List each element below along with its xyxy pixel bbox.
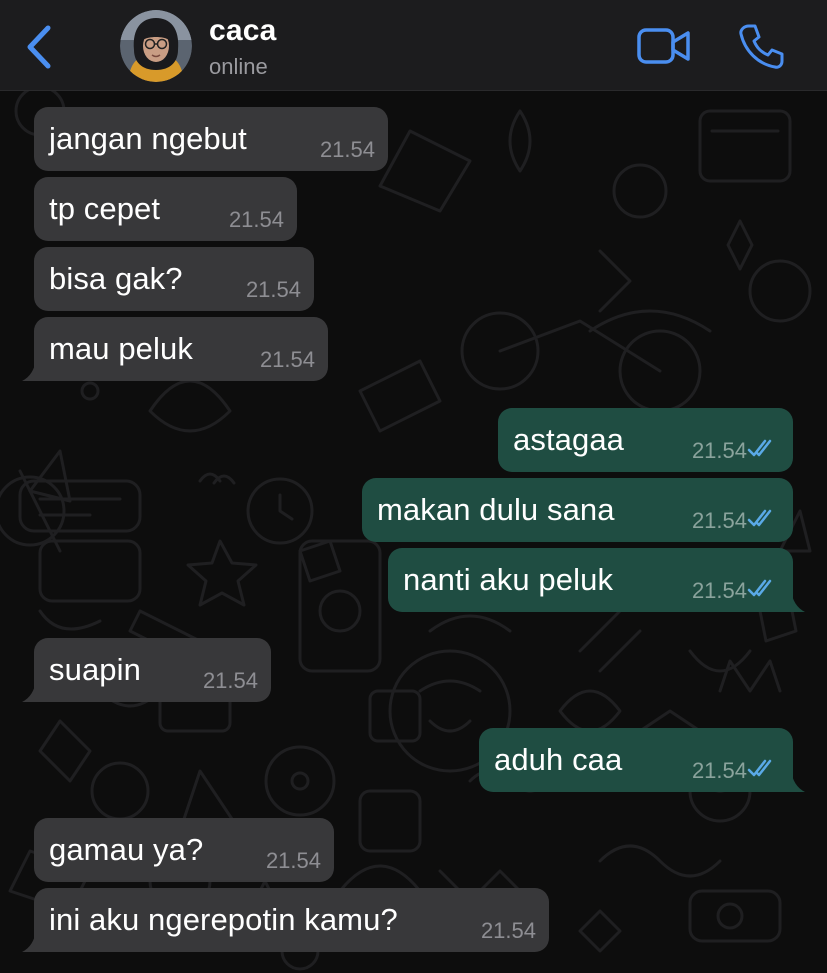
bubble-tail	[781, 590, 805, 612]
message-text: nanti aku peluk	[403, 562, 614, 597]
message-time: 21.54	[691, 438, 747, 463]
back-button[interactable]	[20, 22, 60, 72]
video-camera-icon	[637, 28, 690, 64]
message-time: 21.54	[480, 918, 536, 943]
message-list[interactable]: jangan ngebut 21.54 tp cepet 21.54 bisa …	[0, 91, 827, 973]
message-bubble-incoming[interactable]: mau peluk 21.54	[22, 317, 328, 381]
message-time: 21.54	[228, 207, 284, 232]
message-text: tp cepet	[49, 191, 161, 226]
message-bubble-incoming[interactable]: gamau ya? 21.54	[34, 818, 334, 882]
avatar[interactable]	[120, 10, 192, 82]
message-time: 21.54	[691, 758, 747, 783]
chat-header: caca online	[0, 0, 827, 91]
message-time: 21.54	[691, 508, 747, 533]
message-bubble-outgoing[interactable]: aduh caa 21.54	[479, 728, 805, 792]
double-check-icon	[747, 759, 772, 777]
bubble-tail	[781, 770, 805, 792]
message-bubble-incoming[interactable]: jangan ngebut 21.54	[34, 107, 388, 171]
message-bubble-outgoing[interactable]: nanti aku peluk 21.54	[388, 548, 805, 612]
message-time: 21.54	[259, 347, 315, 372]
message-text: ini aku ngerepotin kamu?	[49, 902, 398, 937]
video-call-button[interactable]	[636, 26, 692, 66]
double-check-icon	[747, 439, 772, 457]
contact-photo	[120, 10, 192, 82]
chevron-left-icon	[27, 25, 51, 69]
double-check-icon	[747, 579, 772, 597]
voice-call-button[interactable]	[736, 22, 784, 70]
message-bubble-incoming[interactable]: bisa gak? 21.54	[34, 247, 314, 311]
message-text: jangan ngebut	[49, 121, 247, 156]
message-text: aduh caa	[494, 742, 623, 777]
bubble-tail	[22, 680, 46, 702]
message-bubble-outgoing[interactable]: astagaa 21.54	[498, 408, 793, 472]
message-text: astagaa	[513, 422, 625, 457]
message-time: 21.54	[245, 277, 301, 302]
phone-icon	[739, 24, 784, 69]
message-bubble-outgoing[interactable]: makan dulu sana 21.54	[362, 478, 793, 542]
message-bubble-incoming[interactable]: ini aku ngerepotin kamu? 21.54	[22, 888, 549, 952]
double-check-icon	[747, 509, 772, 527]
bubble-tail	[22, 359, 46, 381]
message-time: 21.54	[202, 668, 258, 693]
message-text: mau peluk	[49, 331, 193, 366]
contact-name[interactable]: caca	[209, 14, 277, 48]
bubble-tail	[22, 930, 46, 952]
contact-status: online	[209, 54, 268, 79]
message-time: 21.54	[265, 848, 321, 873]
message-text: makan dulu sana	[377, 492, 615, 527]
message-bubble-incoming[interactable]: suapin 21.54	[22, 638, 271, 702]
message-bubble-incoming[interactable]: tp cepet 21.54	[34, 177, 297, 241]
message-text: suapin	[49, 652, 141, 687]
message-time: 21.54	[691, 578, 747, 603]
message-time: 21.54	[319, 137, 375, 162]
message-text: bisa gak?	[49, 261, 183, 296]
message-text: gamau ya?	[49, 832, 204, 867]
